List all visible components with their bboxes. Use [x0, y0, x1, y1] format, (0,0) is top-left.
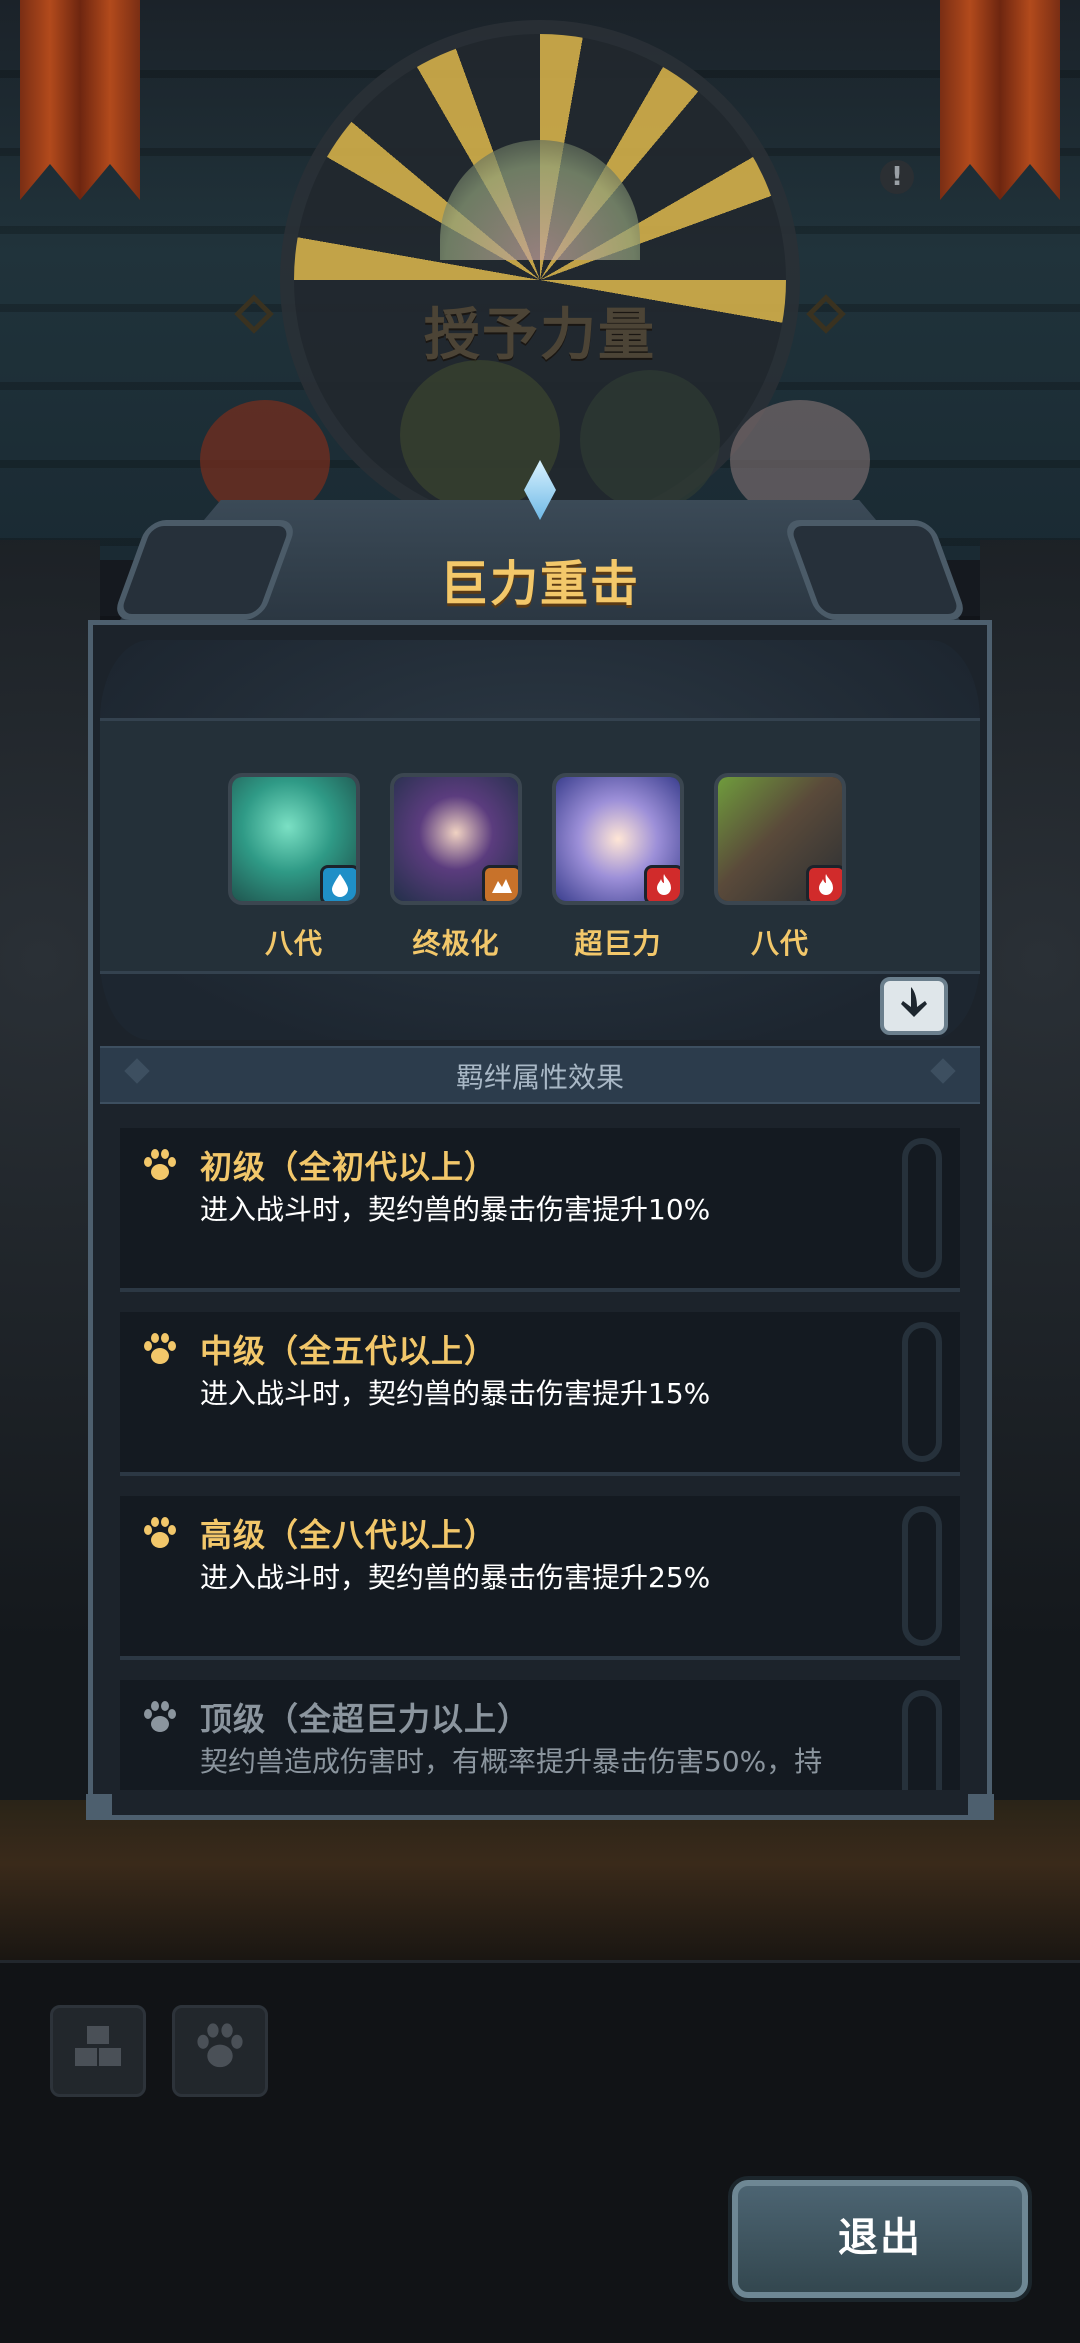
effect-description: 进入战斗时，契约兽的暴击伤害提升25%: [200, 1561, 711, 1594]
hero-card-3[interactable]: [552, 773, 684, 905]
background-creature-band: [0, 1800, 1080, 1960]
effect-description: 进入战斗时，契约兽的暴击伤害提升10%: [200, 1193, 711, 1226]
paw-icon: [142, 1148, 180, 1184]
paw-icon: [142, 1332, 180, 1368]
exclamation-icon[interactable]: !: [880, 160, 914, 194]
effect-row-basic: 初级（全初代以上） 进入战斗时，契约兽的暴击伤害提升10%: [120, 1128, 960, 1292]
paw-icon: [194, 2022, 246, 2080]
banner-right: [940, 0, 1060, 200]
hero-card-4[interactable]: [714, 773, 846, 905]
arrow-down-icon: [899, 985, 929, 1028]
panel-corner-left: [86, 1794, 112, 1820]
background-side-right: [980, 540, 1080, 1940]
hero-name-2: 终极化: [412, 927, 500, 960]
hero-name-4: 八代: [750, 927, 809, 960]
hero-name-3: 超巨力: [574, 927, 662, 960]
hero-name-1: 八代: [264, 927, 323, 960]
banner-left: [20, 0, 140, 200]
effect-title: 初级（全初代以上）: [200, 1148, 498, 1186]
effect-row-top: 顶级（全超巨力以上） 契约兽造成伤害时，有概率提升暴击伤害50%，持: [120, 1680, 960, 1790]
effect-row-advanced: 高级（全八代以上） 进入战斗时，契约兽的暴击伤害提升25%: [120, 1496, 960, 1660]
paw-icon: [142, 1700, 180, 1736]
blocks-button[interactable]: [50, 2005, 146, 2097]
water-drop-icon: [320, 865, 356, 901]
blocks-icon: [73, 2024, 123, 2078]
effect-title: 顶级（全超巨力以上）: [200, 1700, 531, 1738]
earth-icon: [482, 865, 518, 901]
bond-effects-list[interactable]: 初级（全初代以上） 进入战斗时，契约兽的暴击伤害提升10% 中级（全五代以上） …: [120, 1128, 960, 1790]
effect-description: 进入战斗时，契约兽的暴击伤害提升15%: [200, 1377, 711, 1410]
creature-wolf: [580, 370, 720, 510]
effect-title: 中级（全五代以上）: [200, 1332, 498, 1370]
effect-title: 高级（全八代以上）: [200, 1516, 498, 1554]
paw-icon: [142, 1516, 180, 1552]
hero-card-1[interactable]: [228, 773, 360, 905]
paw-button[interactable]: [172, 2005, 268, 2097]
scroll-down-button[interactable]: [880, 977, 948, 1035]
fire-icon: [644, 865, 680, 901]
hero-card-2[interactable]: [390, 773, 522, 905]
fire-icon: [806, 865, 842, 901]
background-side-left: [0, 540, 100, 1940]
effect-row-intermediate: 中级（全五代以上） 进入战斗时，契约兽的暴击伤害提升15%: [120, 1312, 960, 1476]
exit-button[interactable]: 退出: [732, 2180, 1028, 2298]
bond-effects-label: 羁绊属性效果: [455, 1061, 624, 1094]
effect-description: 契约兽造成伤害时，有概率提升暴击伤害50%，持: [200, 1745, 823, 1778]
panel-corner-right: [968, 1794, 994, 1820]
panel-title: 巨力重击: [439, 556, 640, 612]
power-title: 授予力量: [424, 303, 656, 368]
